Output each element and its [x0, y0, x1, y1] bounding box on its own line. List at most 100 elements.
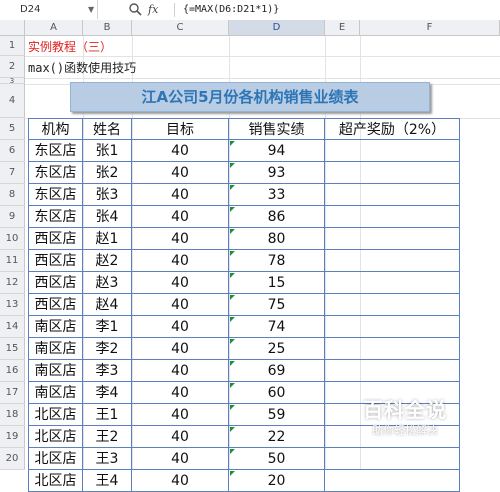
org-cell[interactable]: 北区店 — [28, 470, 83, 492]
chevron-down-icon[interactable]: ▼ — [88, 0, 94, 19]
row-header-9[interactable]: 9 — [0, 206, 25, 228]
bonus-cell[interactable] — [325, 140, 460, 162]
bonus-cell[interactable] — [325, 272, 460, 294]
row-header-1[interactable]: 1 — [0, 36, 25, 56]
table-title-banner[interactable]: 江A公司5月份各机构销售业绩表 — [70, 82, 430, 112]
name-cell[interactable]: 李2 — [83, 338, 132, 360]
target-cell[interactable]: 40 — [132, 250, 229, 272]
row-header-18[interactable]: 18 — [0, 404, 25, 426]
org-cell[interactable]: 南区店 — [28, 360, 83, 382]
actual-cell[interactable]: 22 — [229, 426, 325, 448]
actual-cell[interactable]: 74 — [229, 316, 325, 338]
name-cell[interactable]: 王3 — [83, 448, 132, 470]
actual-cell[interactable]: 94 — [229, 140, 325, 162]
row-header-5[interactable]: 5 — [0, 118, 25, 140]
column-header-a[interactable]: A — [25, 20, 83, 36]
table-header-name[interactable]: 姓名 — [83, 118, 132, 140]
bonus-cell[interactable] — [325, 250, 460, 272]
target-cell[interactable]: 40 — [132, 272, 229, 294]
bonus-cell[interactable] — [325, 316, 460, 338]
row-header-6[interactable]: 6 — [0, 140, 25, 162]
name-cell[interactable]: 赵3 — [83, 272, 132, 294]
row-header-14[interactable]: 14 — [0, 316, 25, 338]
target-cell[interactable]: 40 — [132, 338, 229, 360]
target-cell[interactable]: 40 — [132, 228, 229, 250]
cell-a2[interactable]: max()函数使用技巧 — [28, 58, 136, 78]
name-cell[interactable]: 李3 — [83, 360, 132, 382]
row-header-16[interactable]: 16 — [0, 360, 25, 382]
name-cell[interactable]: 王4 — [83, 470, 132, 492]
row-header-8[interactable]: 8 — [0, 184, 25, 206]
org-cell[interactable]: 北区店 — [28, 404, 83, 426]
row-header-15[interactable]: 15 — [0, 338, 25, 360]
row-header-20[interactable]: 20 — [0, 448, 25, 470]
target-cell[interactable]: 40 — [132, 294, 229, 316]
row-header-13[interactable]: 13 — [0, 294, 25, 316]
actual-cell[interactable]: 69 — [229, 360, 325, 382]
target-cell[interactable]: 40 — [132, 184, 229, 206]
name-cell[interactable]: 王2 — [83, 426, 132, 448]
row-header-7[interactable]: 7 — [0, 162, 25, 184]
target-cell[interactable]: 40 — [132, 404, 229, 426]
org-cell[interactable]: 西区店 — [28, 272, 83, 294]
table-header-bonus[interactable]: 超产奖励（2%） — [325, 118, 460, 140]
target-cell[interactable]: 40 — [132, 206, 229, 228]
name-cell[interactable]: 赵1 — [83, 228, 132, 250]
row-header-12[interactable]: 12 — [0, 272, 25, 294]
org-cell[interactable]: 东区店 — [28, 162, 83, 184]
column-header-d[interactable]: D — [229, 20, 325, 36]
org-cell[interactable]: 西区店 — [28, 228, 83, 250]
org-cell[interactable]: 东区店 — [28, 140, 83, 162]
actual-cell[interactable]: 59 — [229, 404, 325, 426]
formula-input[interactable]: {=MAX(D6:D21*1)} — [183, 0, 279, 19]
actual-cell[interactable]: 60 — [229, 382, 325, 404]
name-cell[interactable]: 张1 — [83, 140, 132, 162]
target-cell[interactable]: 40 — [132, 162, 229, 184]
column-header-b[interactable]: B — [83, 20, 132, 36]
bonus-cell[interactable] — [325, 162, 460, 184]
target-cell[interactable]: 40 — [132, 360, 229, 382]
org-cell[interactable]: 南区店 — [28, 316, 83, 338]
actual-cell[interactable]: 93 — [229, 162, 325, 184]
row-header-11[interactable]: 11 — [0, 250, 25, 272]
bonus-cell[interactable] — [325, 448, 460, 470]
bonus-cell[interactable] — [325, 206, 460, 228]
table-header-actual[interactable]: 销售实绩 — [229, 118, 325, 140]
org-cell[interactable]: 北区店 — [28, 426, 83, 448]
actual-cell[interactable]: 15 — [229, 272, 325, 294]
org-cell[interactable]: 北区店 — [28, 448, 83, 470]
select-all-corner[interactable] — [0, 20, 25, 36]
actual-cell[interactable]: 75 — [229, 294, 325, 316]
bonus-cell[interactable] — [325, 470, 460, 492]
table-header-target[interactable]: 目标 — [132, 118, 229, 140]
target-cell[interactable]: 40 — [132, 140, 229, 162]
name-cell[interactable]: 李4 — [83, 382, 132, 404]
bonus-cell[interactable] — [325, 294, 460, 316]
actual-cell[interactable]: 86 — [229, 206, 325, 228]
actual-cell[interactable]: 33 — [229, 184, 325, 206]
row-header-4[interactable]: 4 — [0, 84, 25, 118]
name-cell[interactable]: 王1 — [83, 404, 132, 426]
org-cell[interactable]: 南区店 — [28, 338, 83, 360]
org-cell[interactable]: 西区店 — [28, 250, 83, 272]
bonus-cell[interactable] — [325, 338, 460, 360]
column-header-e[interactable]: E — [325, 20, 360, 36]
column-header-c[interactable]: C — [132, 20, 229, 36]
bonus-cell[interactable] — [325, 360, 460, 382]
column-header-f[interactable]: F — [360, 20, 500, 36]
row-header-17[interactable]: 17 — [0, 382, 25, 404]
org-cell[interactable]: 南区店 — [28, 382, 83, 404]
actual-cell[interactable]: 25 — [229, 338, 325, 360]
target-cell[interactable]: 40 — [132, 382, 229, 404]
name-cell[interactable]: 张2 — [83, 162, 132, 184]
zoom-icon[interactable] — [128, 2, 142, 16]
actual-cell[interactable]: 50 — [229, 448, 325, 470]
function-icon[interactable]: fx — [148, 0, 158, 19]
row-header-10[interactable]: 10 — [0, 228, 25, 250]
name-cell[interactable]: 张3 — [83, 184, 132, 206]
row-header-19[interactable]: 19 — [0, 426, 25, 448]
cell-a1[interactable]: 实例教程（三） — [28, 38, 112, 56]
actual-cell[interactable]: 80 — [229, 228, 325, 250]
org-cell[interactable]: 东区店 — [28, 206, 83, 228]
bonus-cell[interactable] — [325, 184, 460, 206]
